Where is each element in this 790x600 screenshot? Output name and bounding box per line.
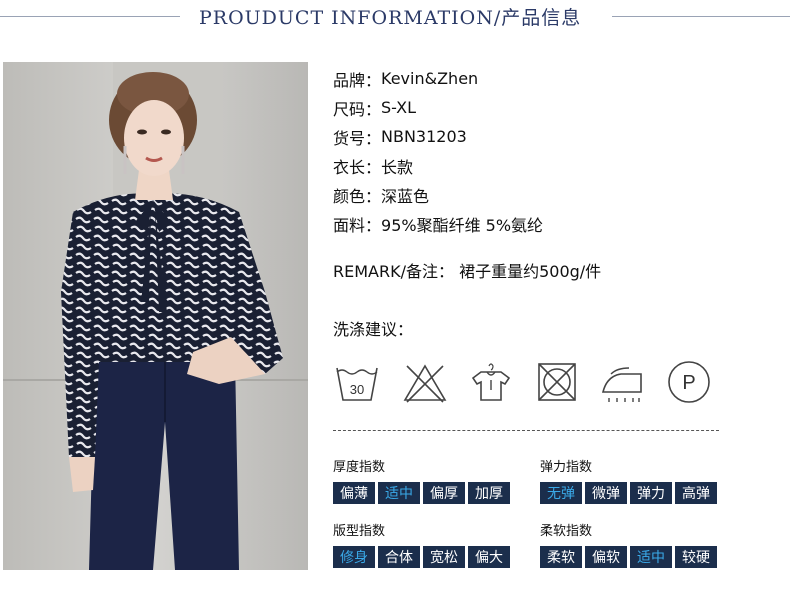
spec-value: NBN31203 <box>381 127 467 146</box>
product-photo <box>3 62 308 570</box>
index-option: 弹力 <box>630 482 672 504</box>
index-option-selected: 适中 <box>630 546 672 568</box>
softness-index: 柔软指数 柔软 偏软 适中 较硬 <box>540 520 717 568</box>
spec-row-size: 尺码： S-XL <box>333 93 543 122</box>
spec-value: 深蓝色 <box>381 186 430 206</box>
index-option: 加厚 <box>468 482 510 504</box>
index-option: 较硬 <box>675 546 717 568</box>
elasticity-index: 弹力指数 无弹 微弹 弹力 高弹 <box>540 456 717 504</box>
header-rule-left <box>0 16 180 17</box>
index-option: 宽松 <box>423 546 465 568</box>
spec-value: 95%聚酯纤维 5%氨纶 <box>381 215 544 235</box>
dashed-divider <box>333 430 719 431</box>
index-option: 高弹 <box>675 482 717 504</box>
index-title: 版型指数 <box>333 524 386 539</box>
index-option: 柔软 <box>540 546 582 568</box>
index-option-selected: 适中 <box>378 482 420 504</box>
spec-row-fabric: 面料： 95%聚酯纤维 5%氨纶 <box>333 209 543 238</box>
fit-index: 版型指数 修身 合体 宽松 偏大 <box>333 520 510 568</box>
spec-label: 品牌： <box>333 70 382 90</box>
index-option: 偏厚 <box>423 482 465 504</box>
index-title: 弹力指数 <box>540 460 593 475</box>
index-options: 无弹 微弹 弹力 高弹 <box>540 482 717 504</box>
index-option: 合体 <box>378 546 420 568</box>
index-option-selected: 无弹 <box>540 482 582 504</box>
spec-label: 颜色： <box>333 186 382 206</box>
spec-row-color: 颜色： 深蓝色 <box>333 180 543 209</box>
index-options: 修身 合体 宽松 偏大 <box>333 546 510 568</box>
do-not-tumble-dry-icon <box>533 358 581 406</box>
index-options: 偏薄 适中 偏厚 加厚 <box>333 482 510 504</box>
care-icons: 30 P <box>333 358 723 406</box>
dry-clean-letter: P <box>682 372 695 394</box>
wash-temp: 30 <box>350 382 364 397</box>
spec-value: Kevin&Zhen <box>381 69 479 88</box>
index-option: 微弹 <box>585 482 627 504</box>
index-option-selected: 修身 <box>333 546 375 568</box>
spec-row-brand: 品牌： Kevin&Zhen <box>333 64 543 93</box>
remark-label: REMARK/备注： <box>333 262 454 281</box>
section-title: PROUDUCT INFORMATION/产品信息 <box>199 7 582 29</box>
index-option: 偏软 <box>585 546 627 568</box>
spec-row-length: 衣长： 长款 <box>333 151 543 180</box>
spec-value: S-XL <box>381 98 417 117</box>
do-not-bleach-icon <box>401 358 449 406</box>
header-rule-right <box>612 16 790 17</box>
spec-label: 面料： <box>333 215 382 235</box>
professional-dry-clean-p-icon: P <box>665 358 713 406</box>
thickness-index: 厚度指数 偏薄 适中 偏厚 加厚 <box>333 456 510 504</box>
spec-row-item-number: 货号： NBN31203 <box>333 122 543 151</box>
care-title: 洗涤建议： <box>333 320 414 339</box>
wash-30-icon: 30 <box>333 358 381 406</box>
remark: REMARK/备注： 裙子重量约500g/件 <box>333 258 601 282</box>
spec-value: 长款 <box>381 157 414 177</box>
iron-steam-icon <box>599 358 647 406</box>
index-title: 厚度指数 <box>333 460 386 475</box>
spec-label: 尺码： <box>333 99 382 119</box>
index-option: 偏大 <box>468 546 510 568</box>
spec-label: 衣长： <box>333 157 382 177</box>
spec-label: 货号： <box>333 128 382 148</box>
index-options: 柔软 偏软 适中 较硬 <box>540 546 717 568</box>
hang-dry-icon <box>467 358 515 406</box>
index-option: 偏薄 <box>333 482 375 504</box>
spec-list: 品牌： Kevin&Zhen 尺码： S-XL 货号： NBN31203 衣长：… <box>333 64 543 238</box>
remark-value: 裙子重量约500g/件 <box>459 262 602 281</box>
index-title: 柔软指数 <box>540 524 593 539</box>
